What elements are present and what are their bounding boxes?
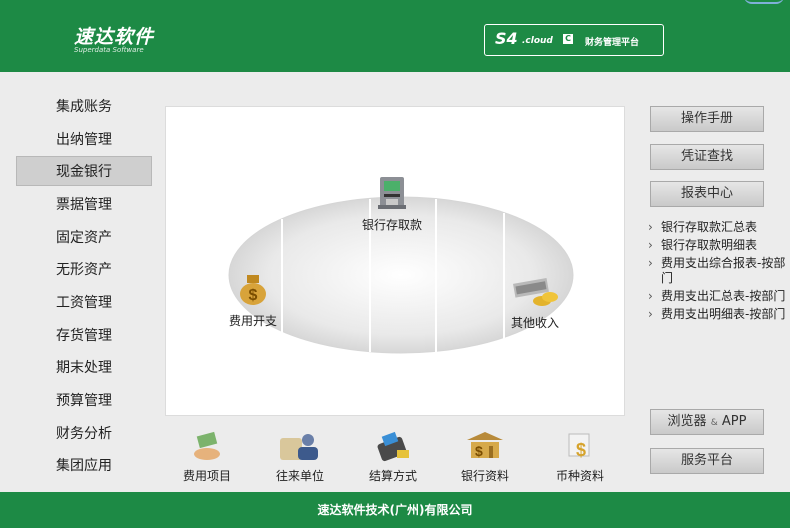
service-platform-button[interactable]: 服务平台 xyxy=(650,448,764,474)
shortcut-currency-label: 币种资料 xyxy=(556,469,605,483)
logo-subtitle: Superdata Software xyxy=(74,46,144,54)
sidebar-item-cashier[interactable]: 出纳管理 xyxy=(16,125,152,155)
platform-cloud: .cloud xyxy=(522,36,553,46)
flow-other-income[interactable]: 其他收入 xyxy=(510,277,560,331)
shortcut-settlement-label: 结算方式 xyxy=(369,469,418,483)
chevron-right-icon: › xyxy=(648,220,653,234)
shortcut-expense-items[interactable]: 费用项目 xyxy=(183,430,231,484)
platform-badge: S4 .cloud C 财务管理平台 xyxy=(484,24,664,56)
flow-bank-deposit[interactable]: 银行存取款 xyxy=(362,175,422,233)
chevron-right-icon: › xyxy=(648,289,653,303)
report-center-button[interactable]: 报表中心 xyxy=(650,181,764,207)
header-bar: 速达软件 Superdata Software S4 .cloud C 财务管理… xyxy=(0,0,790,72)
flow-expense-label: 费用开支 xyxy=(229,314,278,328)
manual-button[interactable]: 操作手册 xyxy=(650,106,764,132)
browser-app-button[interactable]: 浏览器 & APP xyxy=(650,409,764,435)
report-label: 费用支出明细表-按部门 xyxy=(661,307,786,321)
browser-label: 浏览器 xyxy=(667,414,707,429)
shortcut-bank-data[interactable]: $ 银行资料 xyxy=(461,430,509,484)
shortcut-partners[interactable]: 往来单位 xyxy=(276,430,324,484)
money-bag-icon: $ xyxy=(240,275,266,305)
people-icon xyxy=(280,434,318,460)
voucher-search-button[interactable]: 凭证查找 xyxy=(650,144,764,170)
flow-bank-deposit-label: 银行存取款 xyxy=(362,218,423,232)
sidebar-item-intangible-assets[interactable]: 无形资产 xyxy=(16,255,152,285)
flow-ellipse-diagram xyxy=(228,196,574,354)
report-link-bank-detail[interactable]: › 银行存取款明细表 xyxy=(647,238,787,253)
logo-title: 速达软件 xyxy=(74,26,155,48)
shortcut-expense-items-label: 费用项目 xyxy=(183,469,232,483)
sidebar-item-payroll[interactable]: 工资管理 xyxy=(16,288,152,318)
chevron-right-icon: › xyxy=(648,307,653,321)
shortcut-partners-label: 往来单位 xyxy=(276,469,325,483)
svg-text:$: $ xyxy=(249,287,258,304)
svg-text:$: $ xyxy=(576,440,586,460)
corner-arc-decoration xyxy=(744,0,784,4)
atm-icon xyxy=(378,177,406,209)
report-link-expense-comprehensive[interactable]: › 费用支出综合报表-按部门 xyxy=(647,256,787,286)
footer-bar: 速达软件技术(广州)有限公司 xyxy=(0,492,790,528)
sidebar-item-bills[interactable]: 票据管理 xyxy=(16,190,152,220)
flow-other-income-label: 其他收入 xyxy=(510,316,559,330)
sidebar-item-fixed-assets[interactable]: 固定资产 xyxy=(16,223,152,253)
shortcut-bank-data-label: 银行资料 xyxy=(461,469,510,483)
coins-cash-icon xyxy=(513,277,558,306)
flow-expense[interactable]: $ 费用开支 xyxy=(229,267,277,329)
money-hand-icon xyxy=(194,431,220,460)
report-link-expense-detail[interactable]: › 费用支出明细表-按部门 xyxy=(647,307,787,322)
platform-text: 财务管理平台 xyxy=(585,38,640,48)
sidebar-item-period-end[interactable]: 期末处理 xyxy=(16,353,152,383)
pos-terminal-icon xyxy=(377,431,409,462)
sidebar-item-cash-bank[interactable]: 现金银行 xyxy=(16,156,152,186)
report-link-bank-summary[interactable]: › 银行存取款汇总表 xyxy=(647,220,787,235)
svg-text:$: $ xyxy=(475,443,483,459)
report-label: 银行存取款汇总表 xyxy=(661,220,758,234)
platform-s4: S4 xyxy=(495,29,518,48)
report-link-expense-summary[interactable]: › 费用支出汇总表-按部门 xyxy=(647,289,787,304)
shortcut-settlement[interactable]: 结算方式 xyxy=(369,430,417,484)
ampersand-label: & xyxy=(710,418,718,428)
currency-icon: $ xyxy=(568,433,590,460)
bank-building-icon: $ xyxy=(467,432,503,459)
report-label: 银行存取款明细表 xyxy=(661,238,758,252)
report-list: › 银行存取款汇总表 › 银行存取款明细表 › 费用支出综合报表-按部门 › 费用支出汇… xyxy=(647,220,787,325)
sidebar-item-inventory[interactable]: 存货管理 xyxy=(16,321,152,351)
report-label: 费用支出综合报表-按部门 xyxy=(661,256,786,285)
sidebar-item-integrated-accounts[interactable]: 集成账务 xyxy=(16,92,152,122)
sidebar-item-budget[interactable]: 预算管理 xyxy=(16,386,152,416)
report-label: 费用支出汇总表-按部门 xyxy=(661,289,786,303)
sidebar-item-financial-analysis[interactable]: 财务分析 xyxy=(16,419,152,449)
sidebar-item-group-application[interactable]: 集团应用 xyxy=(16,451,152,481)
platform-c-icon: C xyxy=(563,34,573,44)
shortcut-currency[interactable]: $ 币种资料 xyxy=(556,430,604,484)
app-label: APP xyxy=(721,414,747,429)
flow-panel: 银行存取款 $ 费用开支 其他收入 xyxy=(165,106,625,416)
chevron-right-icon: › xyxy=(648,256,653,270)
chevron-right-icon: › xyxy=(648,238,653,252)
footer-company: 速达软件技术(广州)有限公司 xyxy=(317,503,473,517)
